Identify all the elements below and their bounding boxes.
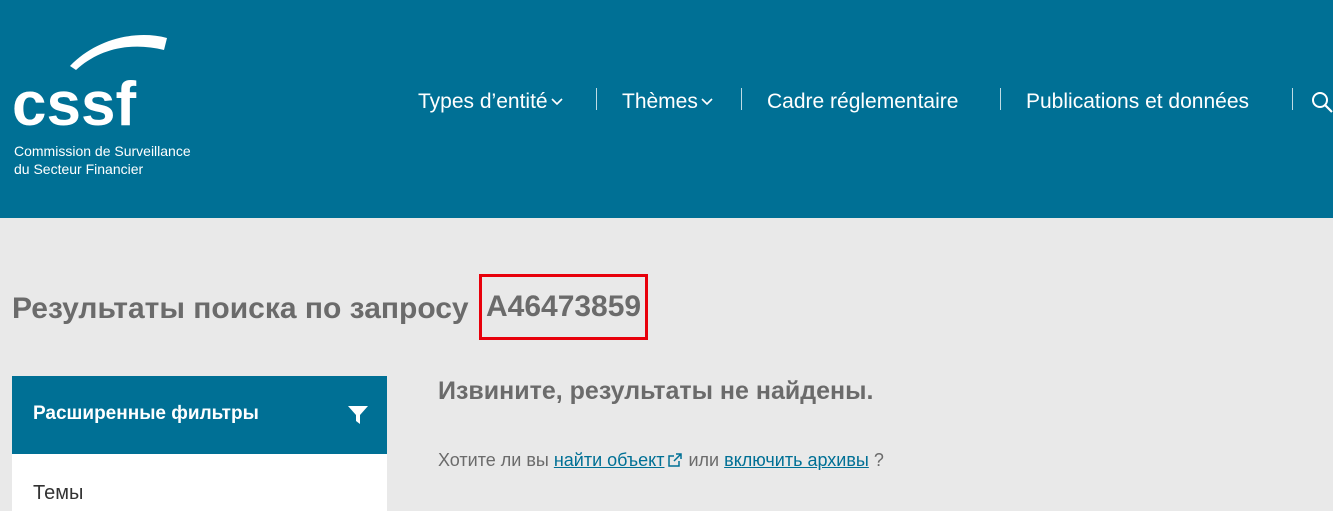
nav-item-label: Publications et données xyxy=(1026,90,1249,113)
external-link-icon xyxy=(668,453,683,467)
logo-subtitle: Commission de Surveillance du Secteur Fi… xyxy=(14,142,191,178)
find-entity-link-label: найти объект xyxy=(553,450,665,470)
search-query: A46473859 xyxy=(485,290,642,323)
search-query-highlight: A46473859 xyxy=(478,274,649,340)
nav-item-publications[interactable]: Publications et données xyxy=(1026,84,1249,120)
logo-subtitle-line1: Commission de Surveillance xyxy=(14,143,191,159)
advanced-filters-toggle[interactable]: Расширенные фильтры xyxy=(12,376,387,454)
suggestion-text-after: ? xyxy=(873,450,884,470)
filter-item-themes[interactable]: Темы xyxy=(33,482,83,505)
site-header: cssf Commission de Surveillance du Secte… xyxy=(0,0,1333,218)
include-archives-link[interactable]: включить архивы xyxy=(724,450,869,470)
nav-item-cadre-reglementaire[interactable]: Cadre réglementaire xyxy=(767,84,958,120)
page-title: Результаты поиска по запросу A46473859 xyxy=(12,274,649,342)
nav-separator xyxy=(1292,88,1293,110)
nav-item-label: Cadre réglementaire xyxy=(767,90,959,113)
nav-item-themes[interactable]: Thèmes xyxy=(622,84,713,120)
nav-separator xyxy=(596,88,597,110)
suggestion-text-middle: или xyxy=(688,450,720,470)
search-suggestion: Хотите ли вы найти объект или включить а… xyxy=(438,450,884,471)
chevron-down-icon xyxy=(551,98,563,106)
main-nav: Types d’entité Thèmes Cadre réglementair… xyxy=(0,84,1333,120)
nav-item-label: Thèmes xyxy=(622,90,698,113)
nav-item-types-entite[interactable]: Types d’entité xyxy=(418,84,563,120)
advanced-filters-title: Расширенные фильтры xyxy=(33,403,259,424)
nav-separator xyxy=(1000,88,1001,110)
include-archives-link-label: включить архивы xyxy=(724,450,869,470)
find-entity-link[interactable]: найти объект xyxy=(554,450,665,470)
no-results-message: Извините, результаты не найдены. xyxy=(438,377,874,405)
advanced-filters-panel: Расширенные фильтры Темы xyxy=(12,376,387,511)
page-title-prefix: Результаты поиска по запросу xyxy=(12,292,469,325)
filter-icon xyxy=(348,406,368,424)
nav-separator xyxy=(741,88,742,110)
chevron-down-icon xyxy=(701,98,713,106)
nav-item-label: Types d’entité xyxy=(418,90,548,113)
suggestion-text-before: Хотите ли вы xyxy=(438,450,549,470)
logo-subtitle-line2: du Secteur Financier xyxy=(14,161,144,177)
search-icon[interactable] xyxy=(1310,90,1333,114)
